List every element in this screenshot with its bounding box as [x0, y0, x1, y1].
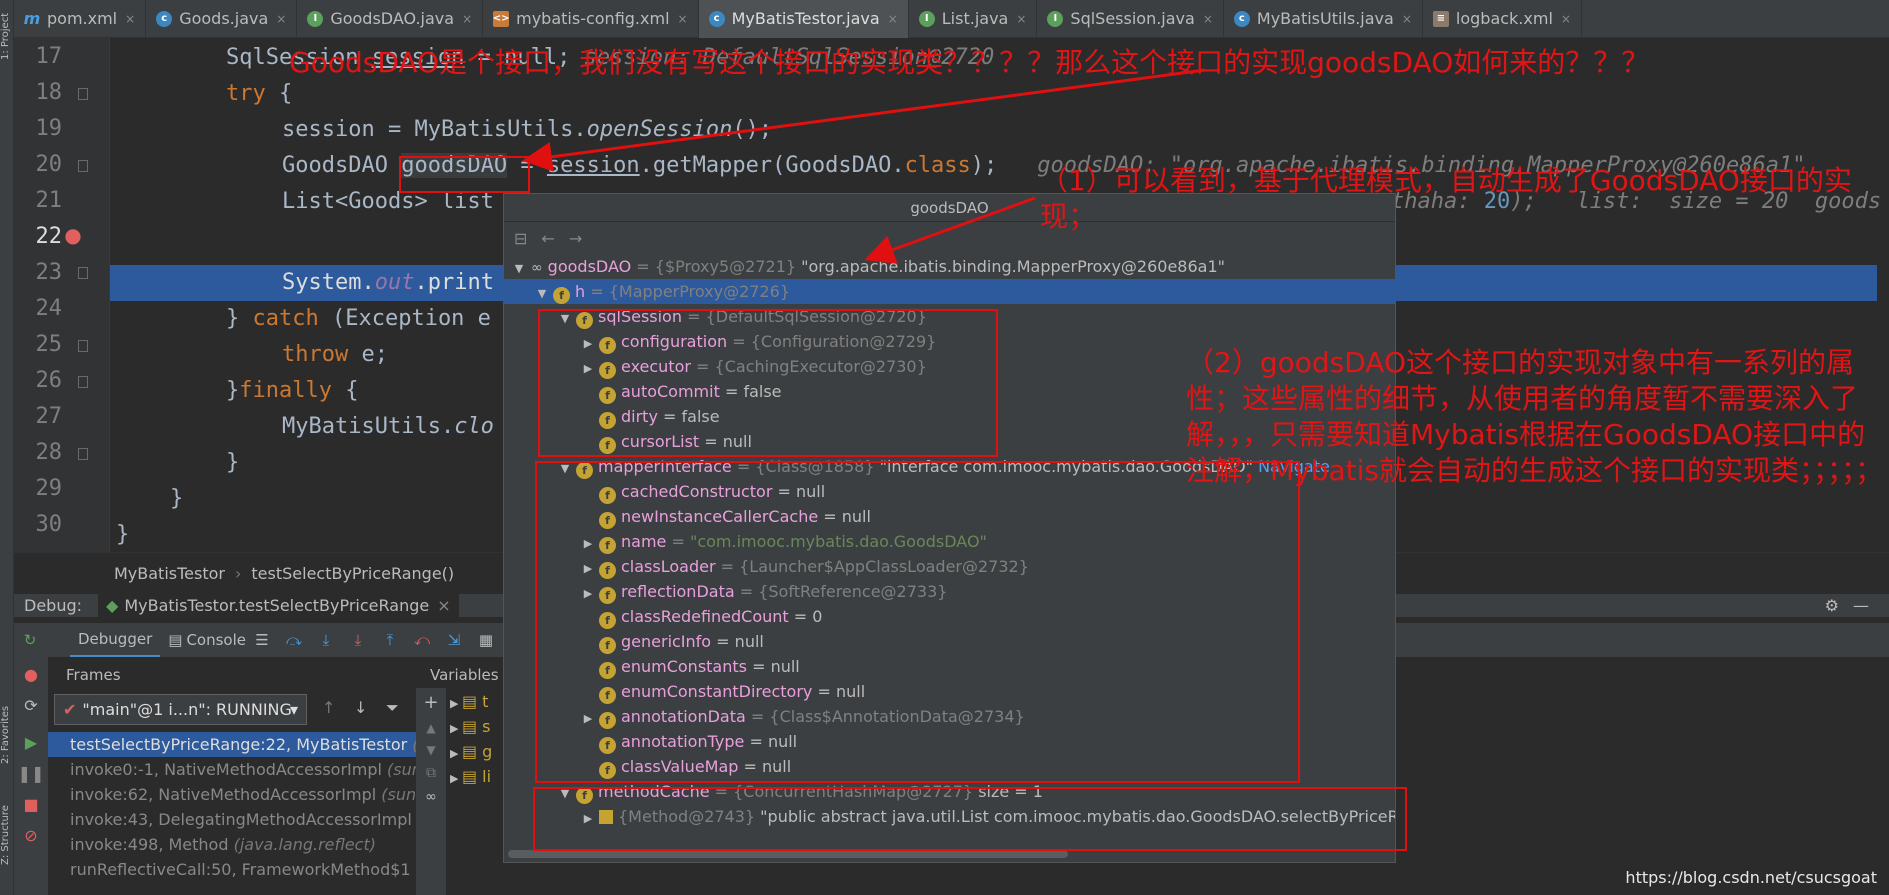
arrow-to-proxy: [864, 196, 1036, 264]
watermark: https://blog.csdn.net/csucsgoat: [1625, 868, 1877, 887]
annotation-arrows: [522, 68, 1206, 264]
arrow-to-goodsdao: [522, 68, 1206, 172]
